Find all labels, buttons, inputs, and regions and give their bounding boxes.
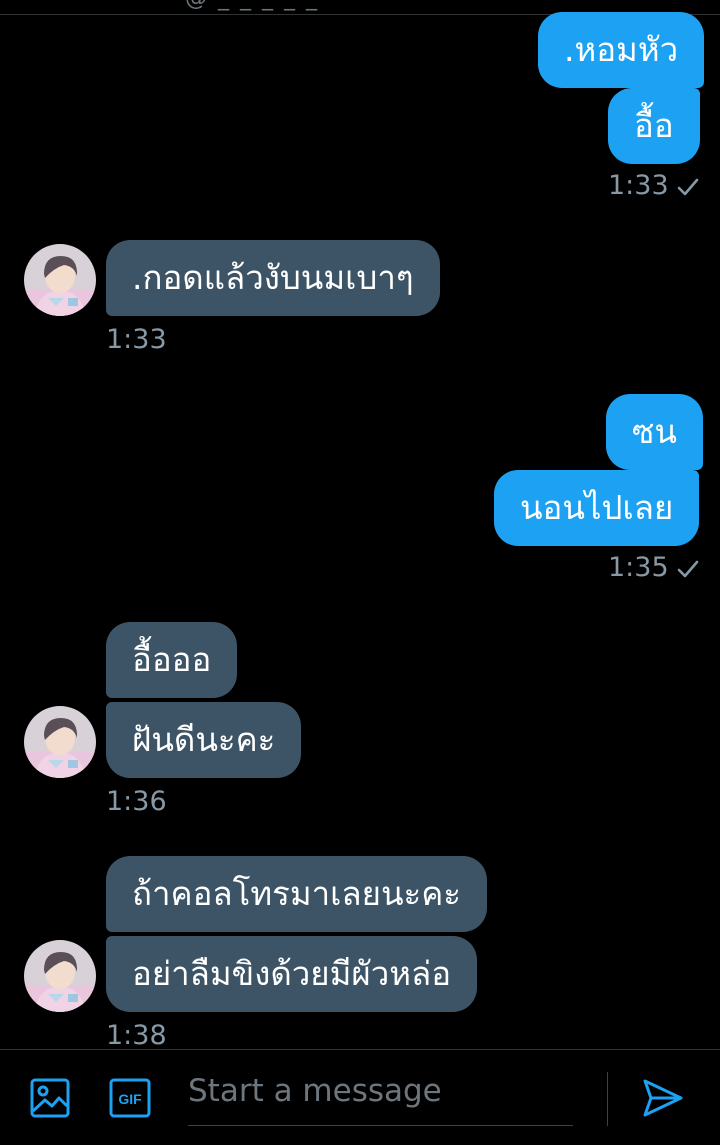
timestamp-text: 1:38 <box>106 1020 167 1051</box>
avatar-image <box>24 244 96 316</box>
received-message-bubble[interactable]: ฝันดีนะคะ <box>106 702 302 778</box>
message-timestamp: 1:38 <box>106 1019 167 1053</box>
gif-button[interactable]: GIF <box>108 1076 152 1120</box>
timestamp-text: 1:33 <box>106 324 167 355</box>
image-icon <box>30 1078 70 1118</box>
composer-divider <box>607 1072 608 1126</box>
received-message-bubble[interactable]: อย่าลืมขิงด้วยมีผัวหล่อ <box>106 936 478 1012</box>
message-timestamp: 1:33 <box>106 323 167 357</box>
message-input-placeholder: Start a message <box>188 1073 442 1109</box>
received-message-bubble[interactable]: .กอดแล้วงับนมเบาๆ <box>106 240 440 316</box>
image-button[interactable] <box>28 1076 72 1120</box>
gif-label: GIF <box>118 1091 142 1107</box>
message-input[interactable]: Start a message <box>188 1068 573 1126</box>
sent-message-bubble[interactable]: อื้อ <box>608 88 700 164</box>
sent-message-bubble[interactable]: .หอมหัว <box>538 12 705 88</box>
sent-check-icon <box>677 560 698 577</box>
contact-avatar[interactable] <box>24 706 96 778</box>
received-message-bubble[interactable]: ถ้าคอลโทรมาเลยนะคะ <box>106 856 488 932</box>
contact-avatar[interactable] <box>24 244 96 316</box>
message-timestamp: 1:33 <box>608 169 699 203</box>
partial-handle-text: @ _ _ _ _ _ <box>185 0 319 11</box>
message-composer: GIF Start a message <box>0 1049 720 1145</box>
avatar-image <box>24 940 96 1012</box>
received-message-bubble[interactable]: อื้อออ <box>106 622 238 698</box>
contact-avatar[interactable] <box>24 940 96 1012</box>
send-button[interactable] <box>641 1076 685 1120</box>
timestamp-text: 1:36 <box>106 786 167 817</box>
send-icon <box>643 1079 683 1117</box>
gif-icon: GIF <box>109 1078 151 1118</box>
sent-message-bubble[interactable]: ซน <box>606 394 703 470</box>
timestamp-text: 1:35 <box>608 552 669 583</box>
dm-conversation-screen: @ _ _ _ _ _ .หอมหัว อื้อ 1:33 .กอดแล้วงั… <box>0 0 720 1145</box>
avatar-image <box>24 706 96 778</box>
sent-message-bubble[interactable]: นอนไปเลย <box>494 470 700 546</box>
timestamp-text: 1:33 <box>608 170 669 201</box>
message-timestamp: 1:36 <box>106 785 167 819</box>
message-timestamp: 1:35 <box>608 551 699 585</box>
sent-check-icon <box>677 178 698 195</box>
